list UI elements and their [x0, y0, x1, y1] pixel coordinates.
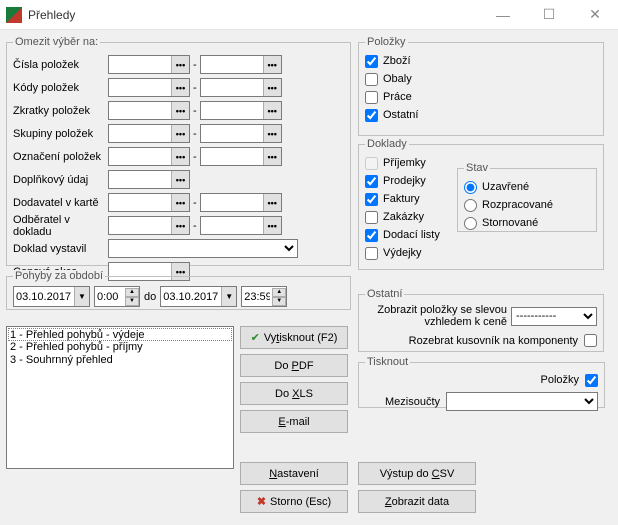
stav-legend: Stav: [464, 162, 490, 174]
cisla-to[interactable]: •••: [200, 55, 282, 74]
chk-faktury[interactable]: [365, 193, 378, 206]
cisla-from[interactable]: •••: [108, 55, 190, 74]
chk-dodaci[interactable]: [365, 229, 378, 242]
chk-tisk-polozky[interactable]: [585, 374, 598, 387]
pohyby-fieldset: Pohyby za období ▼ ▲▼ do ▼ ▲▼: [6, 270, 351, 310]
date-from[interactable]: ▼: [13, 286, 90, 307]
limit-fieldset: Omezit výběr na: Čísla položek•••-••• Kó…: [6, 36, 351, 266]
list-item[interactable]: 3 - Souhrnný přehled: [8, 354, 232, 367]
ostatni-fieldset: Ostatní Zobrazit položky se slevou vzhle…: [358, 288, 604, 352]
rad-stornovane[interactable]: [464, 217, 477, 230]
chk-zakazky[interactable]: [365, 211, 378, 224]
show-data-button[interactable]: Zobrazit data: [358, 490, 476, 513]
print-button[interactable]: ✔Vytisknout (F2): [240, 326, 348, 349]
minimize-button[interactable]: —: [480, 0, 526, 30]
kody-from[interactable]: •••: [108, 78, 190, 97]
kody-to[interactable]: •••: [200, 78, 282, 97]
row-skupiny: Skupiny položek: [13, 128, 108, 140]
ostatni-legend: Ostatní: [365, 288, 404, 300]
pdf-button[interactable]: Do PDF: [240, 354, 348, 377]
skupiny-from[interactable]: •••: [108, 124, 190, 143]
tisknout-fieldset: Tisknout Položky Mezisoučty: [358, 356, 605, 408]
limit-legend: Omezit výběr na:: [13, 36, 100, 48]
row-dodavatel: Dodavatel v kartě: [13, 197, 108, 209]
xls-button[interactable]: Do XLS: [240, 382, 348, 405]
settings-button[interactable]: Nastavení: [240, 462, 348, 485]
doplnkovy[interactable]: •••: [108, 170, 190, 189]
row-oznaceni: Označení položek: [13, 151, 108, 163]
row-odberatel: Odběratel v dokladu: [13, 214, 108, 238]
cancel-button[interactable]: ✖Storno (Esc): [240, 490, 348, 513]
time-to[interactable]: ▲▼: [241, 286, 287, 307]
csv-button[interactable]: Výstup do CSV: [358, 462, 476, 485]
mezisoucty-select[interactable]: [446, 392, 598, 411]
list-item[interactable]: 1 - Přehled pohybů - výdeje: [8, 328, 232, 341]
titlebar: Přehledy — ☐ ✕: [0, 0, 618, 30]
app-icon: [6, 7, 22, 23]
zkratky-to[interactable]: •••: [200, 101, 282, 120]
oznaceni-to[interactable]: •••: [200, 147, 282, 166]
rad-rozpracovane[interactable]: [464, 199, 477, 212]
row-doklad: Doklad vystavil: [13, 243, 108, 255]
dodavatel-to[interactable]: •••: [200, 193, 282, 212]
time-from[interactable]: ▲▼: [94, 286, 140, 307]
skupiny-to[interactable]: •••: [200, 124, 282, 143]
odberatel-from[interactable]: •••: [108, 216, 190, 235]
pohyby-legend: Pohyby za období: [13, 270, 105, 282]
doklady-legend: Doklady: [365, 138, 409, 150]
oznaceni-from[interactable]: •••: [108, 147, 190, 166]
date-to[interactable]: ▼: [160, 286, 237, 307]
chk-obaly[interactable]: [365, 73, 378, 86]
row-kody: Kódy položek: [13, 82, 108, 94]
rad-uzavrene[interactable]: [464, 181, 477, 194]
close-icon: ✖: [257, 495, 266, 508]
row-cisla: Čísla položek: [13, 59, 108, 71]
chk-prace[interactable]: [365, 91, 378, 104]
odberatel-to[interactable]: •••: [200, 216, 282, 235]
row-doplnkovy: Doplňkový údaj: [13, 174, 108, 186]
email-button[interactable]: E-mail: [240, 410, 348, 433]
chk-vydejky[interactable]: [365, 247, 378, 260]
row-zkratky: Zkratky položek: [13, 105, 108, 117]
polozky-legend: Položky: [365, 36, 408, 48]
window-title: Přehledy: [28, 8, 75, 22]
stav-fieldset: Stav Uzavřené Rozpracované Stornované: [457, 162, 597, 232]
tisknout-legend: Tisknout: [365, 356, 410, 368]
chk-prodejky[interactable]: [365, 175, 378, 188]
chk-prijemky: [365, 157, 378, 170]
doklad-select[interactable]: [108, 239, 298, 258]
chk-zbozi[interactable]: [365, 55, 378, 68]
check-icon: ✔: [251, 331, 260, 344]
dodavatel-from[interactable]: •••: [108, 193, 190, 212]
maximize-button[interactable]: ☐: [526, 0, 572, 30]
report-list[interactable]: 1 - Přehled pohybů - výdeje 2 - Přehled …: [6, 326, 234, 469]
zkratky-from[interactable]: •••: [108, 101, 190, 120]
doklady-fieldset: Doklady Příjemky Prodejky Faktury Zakázk…: [358, 138, 604, 270]
chk-rozebrat[interactable]: [584, 334, 597, 347]
sleva-select[interactable]: -----------: [511, 307, 597, 326]
polozky-fieldset: Položky Zboží Obaly Práce Ostatní: [358, 36, 604, 136]
close-button[interactable]: ✕: [572, 0, 618, 30]
list-item[interactable]: 2 - Přehled pohybů - příjmy: [8, 341, 232, 354]
chk-ostatni[interactable]: [365, 109, 378, 122]
